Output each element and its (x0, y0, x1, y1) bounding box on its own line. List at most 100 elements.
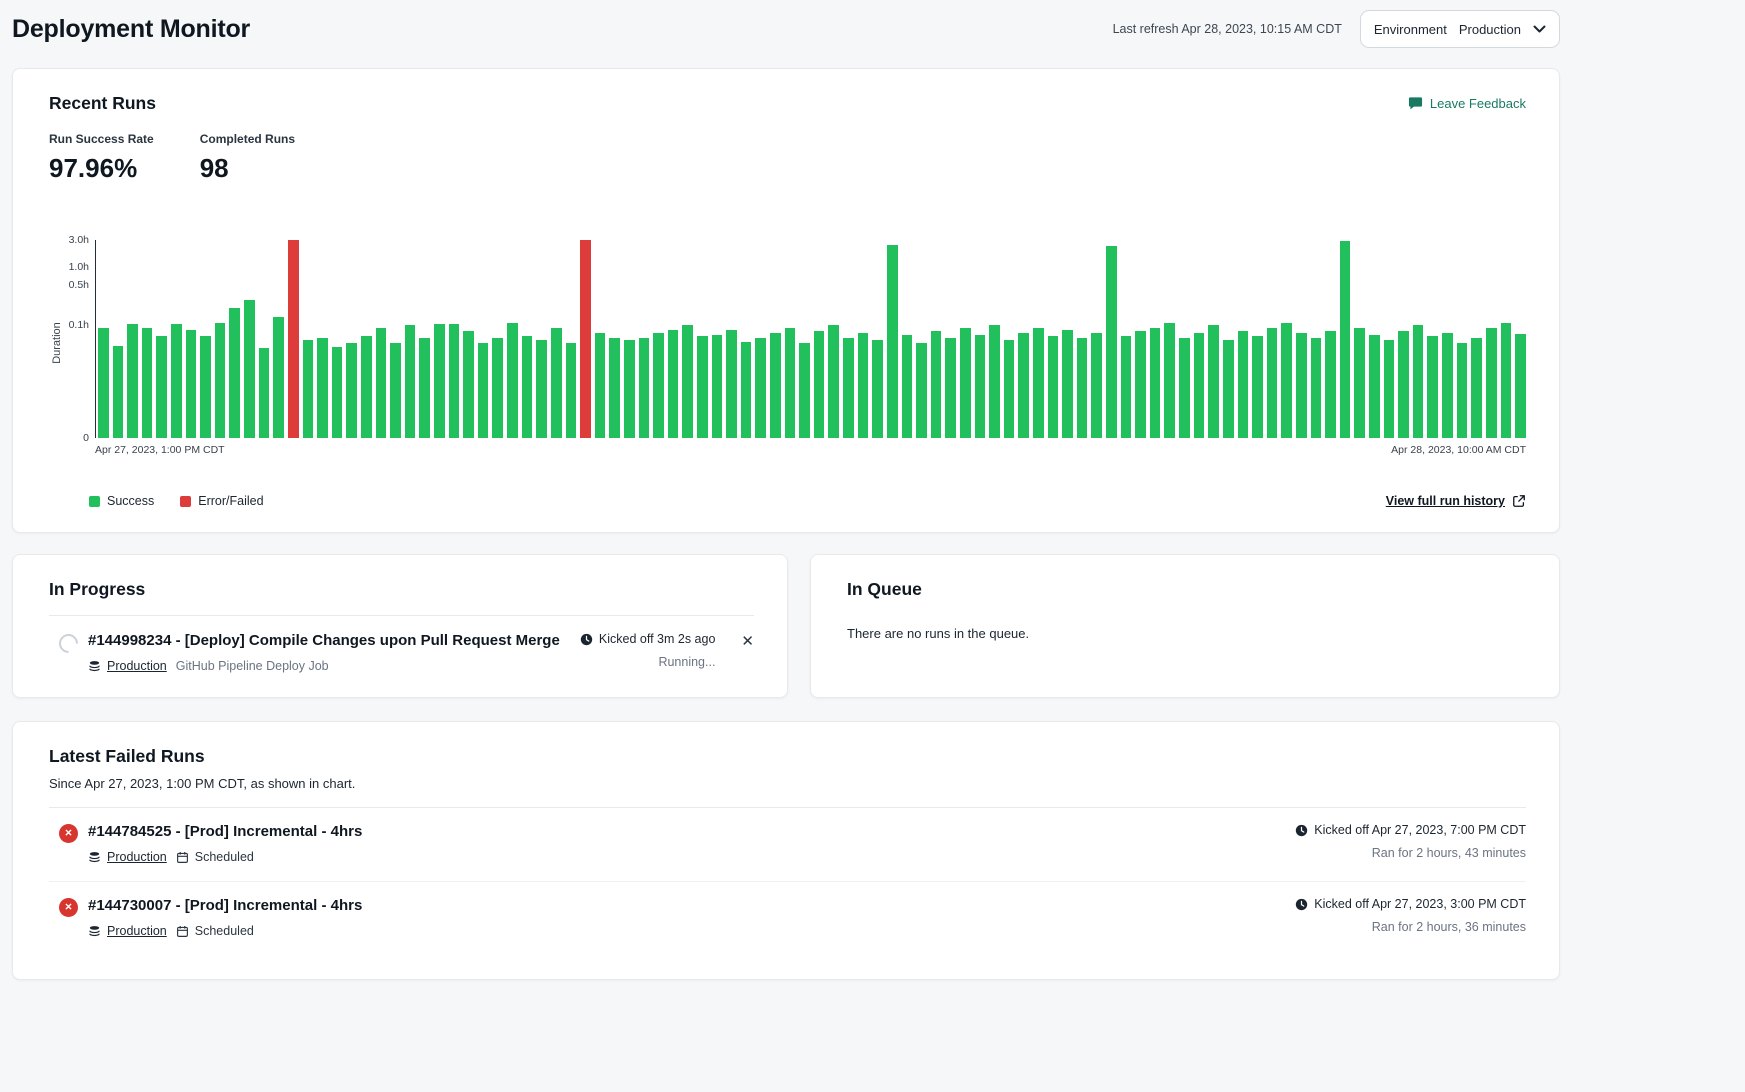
chart-bar-success-run[interactable] (303, 340, 314, 438)
chart-bar-success-run[interactable] (1135, 331, 1146, 438)
chart-bar-success-run[interactable] (405, 325, 416, 438)
chart-bar-success-run[interactable] (259, 348, 270, 438)
chart-bar-success-run[interactable] (317, 338, 328, 438)
chart-bar-success-run[interactable] (113, 346, 124, 438)
chart-bar-success-run[interactable] (346, 343, 357, 439)
leave-feedback-link[interactable]: Leave Feedback (1408, 96, 1526, 111)
chart-bar-success-run[interactable] (1004, 340, 1015, 438)
chart-bar-success-run[interactable] (770, 333, 781, 438)
chart-bar-success-run[interactable] (1048, 336, 1059, 438)
chart-bar-success-run[interactable] (1296, 333, 1307, 438)
chart-bar-success-run[interactable] (229, 308, 240, 439)
chart-bar-success-run[interactable] (1515, 334, 1526, 438)
chart-bar-success-run[interactable] (858, 333, 869, 438)
chart-bar-success-run[interactable] (449, 324, 460, 438)
chart-bar-success-run[interactable] (697, 336, 708, 438)
chart-bar-success-run[interactable] (814, 331, 825, 438)
chart-bar-success-run[interactable] (1340, 241, 1351, 438)
chart-bar-success-run[interactable] (799, 343, 810, 439)
chart-bar-success-run[interactable] (1325, 331, 1336, 438)
chart-bar-success-run[interactable] (785, 328, 796, 438)
chart-bar-success-run[interactable] (376, 328, 387, 438)
chart-bar-success-run[interactable] (419, 338, 430, 438)
chart-bar-success-run[interactable] (872, 340, 883, 438)
chart-bar-success-run[interactable] (975, 335, 986, 438)
chart-bar-success-run[interactable] (1267, 328, 1278, 438)
environment-dropdown[interactable]: Environment Production (1360, 10, 1560, 48)
chart-bar-failed-run[interactable] (580, 240, 591, 438)
chart-bar-success-run[interactable] (507, 323, 518, 438)
chart-bar-success-run[interactable] (1077, 338, 1088, 438)
chart-bar-success-run[interactable] (156, 336, 167, 438)
chart-bar-success-run[interactable] (522, 336, 533, 438)
chart-bar-success-run[interactable] (1208, 325, 1219, 438)
chart-bar-success-run[interactable] (1442, 333, 1453, 438)
run-title[interactable]: #144998234 - [Deploy] Compile Changes up… (88, 632, 580, 649)
chart-bar-success-run[interactable] (1164, 323, 1175, 438)
chart-bar-success-run[interactable] (712, 335, 723, 438)
chart-bar-success-run[interactable] (1106, 246, 1117, 438)
chart-bar-success-run[interactable] (390, 343, 401, 439)
chart-bar-success-run[interactable] (887, 245, 898, 438)
chart-bar-success-run[interactable] (463, 331, 474, 438)
environment-link[interactable]: Production (107, 924, 167, 938)
chart-bar-success-run[interactable] (668, 330, 679, 438)
chart-bar-success-run[interactable] (726, 330, 737, 438)
chart-bar-success-run[interactable] (1150, 328, 1161, 438)
chart-bar-success-run[interactable] (434, 324, 445, 438)
chart-bar-success-run[interactable] (945, 338, 956, 438)
chart-bar-success-run[interactable] (755, 338, 766, 438)
chart-bar-success-run[interactable] (492, 338, 503, 438)
chart-bar-success-run[interactable] (1238, 331, 1249, 438)
chart-bar-success-run[interactable] (98, 328, 109, 438)
chart-bar-success-run[interactable] (1354, 328, 1365, 438)
chart-bar-success-run[interactable] (1471, 338, 1482, 438)
chart-bar-success-run[interactable] (244, 300, 255, 438)
run-title[interactable]: #144730007 - [Prod] Incremental - 4hrs (88, 897, 1295, 914)
chart-bar-success-run[interactable] (843, 338, 854, 438)
chart-bar-success-run[interactable] (361, 336, 372, 438)
chart-bar-success-run[interactable] (989, 325, 1000, 438)
chart-bar-success-run[interactable] (200, 336, 211, 438)
chart-bar-success-run[interactable] (273, 317, 284, 439)
chart-bar-success-run[interactable] (741, 342, 752, 439)
chart-bar-success-run[interactable] (1311, 338, 1322, 438)
chart-bar-success-run[interactable] (609, 338, 620, 438)
chart-bar-success-run[interactable] (931, 331, 942, 438)
chart-bar-success-run[interactable] (332, 347, 343, 438)
chart-bar-success-run[interactable] (566, 343, 577, 439)
chart-bar-success-run[interactable] (1486, 328, 1497, 438)
chart-bar-success-run[interactable] (624, 340, 635, 438)
close-icon[interactable]: ✕ (741, 632, 754, 651)
chart-bar-success-run[interactable] (1398, 331, 1409, 438)
chart-bar-success-run[interactable] (1018, 333, 1029, 438)
chart-bar-success-run[interactable] (1369, 335, 1380, 438)
chart-bar-success-run[interactable] (1413, 325, 1424, 438)
chart-bar-success-run[interactable] (653, 333, 664, 438)
chart-bar-success-run[interactable] (1457, 343, 1468, 439)
chart-bar-success-run[interactable] (186, 330, 197, 438)
chart-bar-success-run[interactable] (127, 324, 138, 438)
chart-bar-success-run[interactable] (1062, 330, 1073, 438)
chart-bar-success-run[interactable] (478, 343, 489, 439)
chart-bar-success-run[interactable] (1033, 328, 1044, 438)
chart-bar-success-run[interactable] (1121, 336, 1132, 438)
chart-bar-success-run[interactable] (916, 343, 927, 439)
chart-bar-success-run[interactable] (142, 328, 153, 438)
chart-bar-success-run[interactable] (1194, 333, 1205, 438)
chart-bar-success-run[interactable] (902, 335, 913, 438)
chart-bar-success-run[interactable] (1427, 336, 1438, 438)
chart-bar-success-run[interactable] (639, 338, 650, 438)
chart-bar-success-run[interactable] (682, 325, 693, 438)
chart-bar-success-run[interactable] (215, 323, 226, 438)
chart-bar-success-run[interactable] (595, 333, 606, 438)
chart-bar-success-run[interactable] (1252, 336, 1263, 438)
run-title[interactable]: #144784525 - [Prod] Incremental - 4hrs (88, 823, 1295, 840)
chart-bar-success-run[interactable] (960, 328, 971, 438)
chart-bar-success-run[interactable] (1223, 340, 1234, 438)
chart-bar-success-run[interactable] (828, 325, 839, 438)
chart-bar-failed-run[interactable] (288, 240, 299, 438)
environment-link[interactable]: Production (107, 659, 167, 673)
environment-link[interactable]: Production (107, 850, 167, 864)
chart-bar-success-run[interactable] (1091, 333, 1102, 438)
